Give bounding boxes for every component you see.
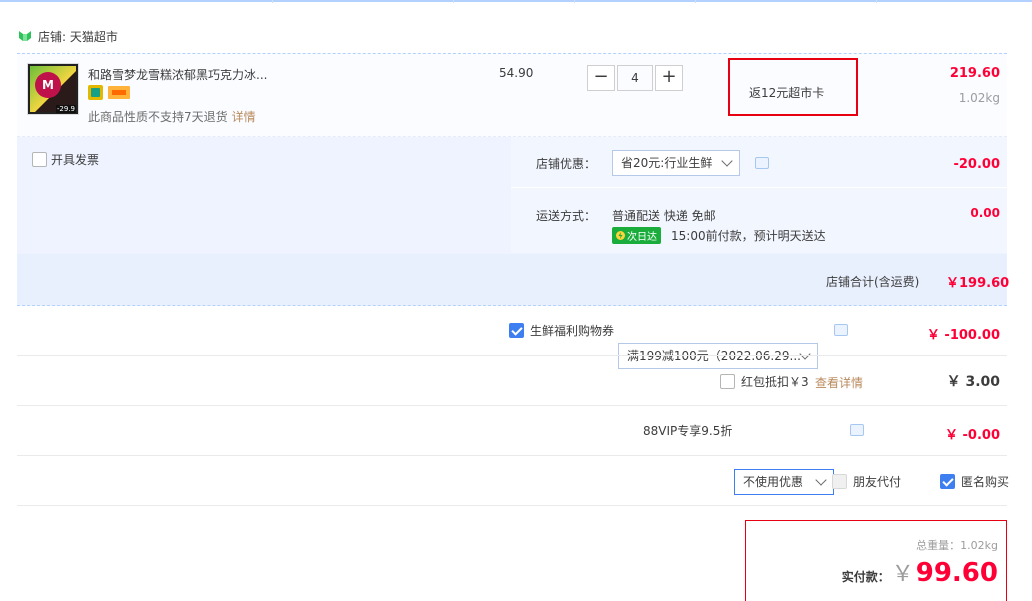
pay-amount: 99.60 — [915, 558, 998, 588]
product-logo: M — [35, 72, 61, 98]
chevron-down-icon — [815, 474, 827, 486]
delivery-note: 15:00前付款，预计明天送达 — [671, 229, 826, 243]
coupon-amount: ￥ -100.00 — [926, 328, 1000, 343]
details-link[interactable]: 详情 — [232, 110, 256, 124]
product-name-link[interactable]: 和路雪梦龙雪糕浓郁黑巧克力冰... — [88, 66, 278, 83]
row-divider — [17, 455, 1007, 456]
shop-discount-amount: -20.00 — [953, 157, 1000, 172]
coupon-label: 生鲜福利购物券 — [530, 324, 615, 338]
shop-total-label: 店铺合计(含运费) — [826, 275, 920, 289]
decrease-button[interactable]: − — [587, 65, 615, 91]
redpacket-checkbox[interactable] — [720, 374, 735, 389]
quantity-stepper: − 4 + — [587, 65, 683, 91]
payment-summary: 总重量：1.02kg 实付款： ￥ 99.60 — [745, 520, 1007, 601]
shop-discount-label: 店铺优惠： — [536, 157, 597, 171]
delivery-method: 普通配送 快递 免邮 — [612, 209, 716, 223]
invoice-option[interactable]: 开具发票 — [32, 151, 99, 168]
tmall-cat-icon — [19, 31, 31, 41]
redpacket-option[interactable]: 红包抵扣￥3 — [720, 373, 809, 390]
increase-button[interactable]: + — [655, 65, 683, 91]
shop-name[interactable]: 店铺: 天猫超市 — [38, 28, 118, 45]
redpacket-details-link[interactable]: 查看详情 — [815, 374, 863, 391]
row-divider — [17, 405, 1007, 406]
coupon-checkbox[interactable] — [509, 323, 524, 338]
quantity-input[interactable]: 4 — [617, 65, 653, 91]
chevron-down-icon — [799, 348, 811, 360]
next-day-label: 次日达 — [627, 232, 657, 243]
column-tick — [876, 0, 877, 3]
rebate-highlight: 返12元超市卡 — [728, 58, 858, 116]
friend-pay-label: 朋友代付 — [853, 475, 902, 489]
delivery-label: 运送方式： — [536, 209, 597, 223]
currency-symbol: ￥ — [891, 562, 914, 587]
rebate-text: 返12元超市卡 — [749, 86, 825, 100]
item-weight: 1.02kg — [958, 91, 1000, 105]
anonymous-option[interactable]: 匿名购买 — [940, 473, 1009, 490]
redpacket-label: 红包抵扣￥3 — [741, 375, 809, 389]
shop-total-amount: ￥199.60 — [946, 276, 1010, 291]
unit-price: 54.90 — [499, 66, 534, 80]
panel-divider — [511, 187, 1007, 188]
column-tick — [272, 0, 273, 3]
product-thumb-price: -29.9 — [55, 105, 76, 113]
top-divider — [0, 0, 1032, 3]
lightning-icon — [616, 231, 625, 240]
redpacket-amount: ￥ 3.00 — [946, 374, 1000, 390]
anonymous-label: 匿名购买 — [961, 475, 1010, 489]
column-tick — [453, 0, 454, 3]
chevron-down-icon — [721, 155, 733, 167]
vip-value: 不使用优惠 — [743, 475, 804, 489]
service-badge-icon — [88, 85, 103, 100]
invoice-label: 开具发票 — [51, 153, 100, 167]
friend-pay-checkbox[interactable] — [832, 474, 847, 489]
shop-discount-select[interactable]: 省20元:行业生鲜 — [612, 150, 740, 176]
item-subtotal: 219.60 — [949, 66, 1000, 81]
column-tick — [574, 0, 575, 3]
invoice-checkbox[interactable] — [32, 152, 47, 167]
pay-label: 实付款： — [841, 570, 890, 584]
card-badge-icon — [108, 86, 130, 99]
message-icon[interactable] — [755, 157, 769, 169]
vip-amount: ￥ -0.00 — [945, 428, 1000, 443]
total-weight: 总重量：1.02kg — [916, 539, 998, 552]
coupon-value: 满199减100元（2022.06.29... — [627, 349, 801, 363]
column-tick — [695, 0, 696, 3]
vip-select[interactable]: 不使用优惠 — [734, 469, 834, 495]
message-icon[interactable] — [834, 324, 848, 336]
coupon-option[interactable]: 生鲜福利购物券 — [509, 322, 614, 339]
shop-header: 店铺: 天猫超市 — [18, 28, 118, 44]
next-day-badge: 次日达 — [612, 227, 661, 244]
no-return-text: 此商品性质不支持7天退货 — [88, 110, 228, 124]
anonymous-checkbox[interactable] — [940, 474, 955, 489]
friend-pay-option[interactable]: 朋友代付 — [832, 473, 901, 490]
pay-total: 实付款： ￥ 99.60 — [842, 556, 998, 588]
coupon-select[interactable]: 满199减100元（2022.06.29... — [618, 343, 818, 369]
product-thumbnail[interactable]: M -29.9 — [27, 63, 79, 115]
delivery-amount: 0.00 — [970, 206, 1000, 220]
vip-label: 88VIP专享9.5折 — [643, 424, 733, 438]
message-icon[interactable] — [850, 424, 864, 436]
no-return-notice: 此商品性质不支持7天退货 详情 — [88, 108, 256, 125]
row-divider — [17, 355, 1007, 356]
delivery-eta: 次日达 15:00前付款，预计明天送达 — [612, 227, 826, 244]
shop-discount-value: 省20元:行业生鲜 — [621, 156, 713, 170]
row-divider — [17, 505, 1007, 506]
